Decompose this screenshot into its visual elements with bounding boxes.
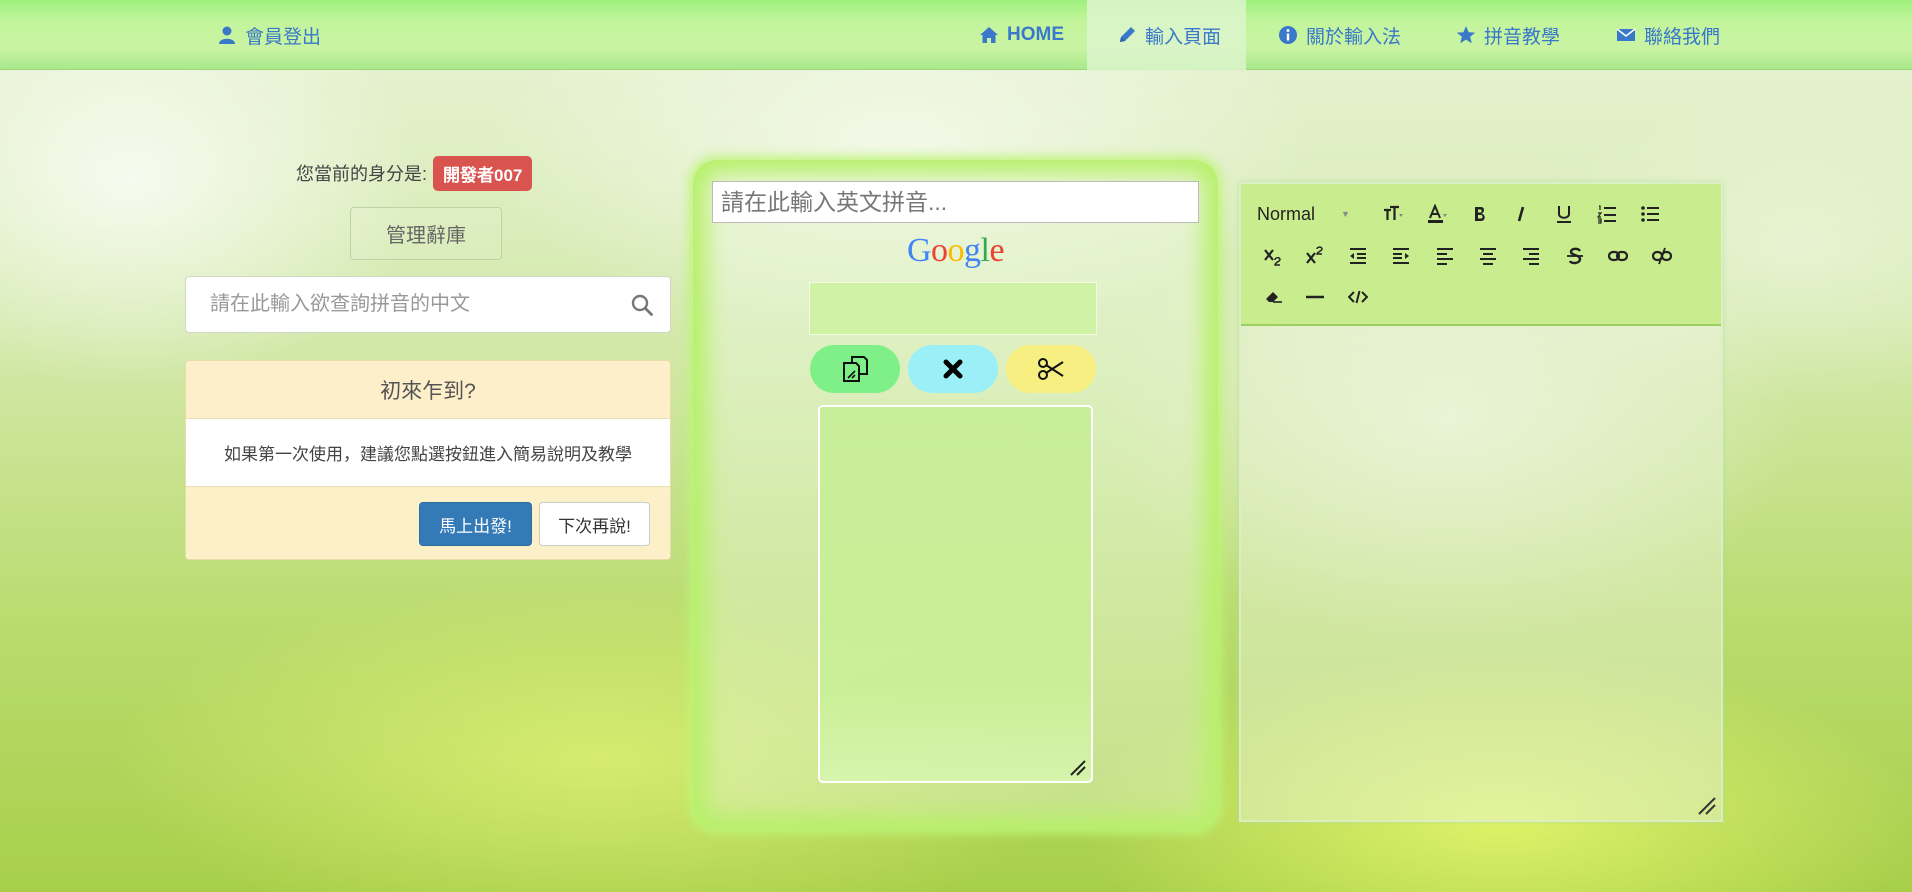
welcome-title: 初來乍到?	[186, 361, 670, 419]
nav-logout[interactable]: 會員登出	[217, 0, 321, 70]
ordered-list-icon	[1597, 205, 1616, 224]
align-left-icon	[1437, 248, 1453, 265]
horizontal-rule-button[interactable]	[1299, 281, 1331, 313]
font-color-icon	[1428, 204, 1447, 223]
nav-about[interactable]: 關於輸入法	[1278, 0, 1401, 70]
star-icon	[1456, 26, 1476, 44]
clear-button[interactable]	[908, 345, 998, 393]
nav-logout-label: 會員登出	[245, 26, 322, 48]
superscript-icon	[1306, 246, 1323, 264]
strikethrough-button[interactable]	[1559, 240, 1591, 272]
underline-button[interactable]	[1548, 198, 1580, 230]
top-navbar: 會員登出 HOME 輸入頁面 關於輸入法 拼音教學 聯絡我們	[0, 0, 1912, 70]
editor-toolbar: Normal ▼	[1241, 184, 1721, 326]
font-size-icon	[1384, 205, 1403, 220]
font-color-button[interactable]	[1421, 198, 1453, 230]
link-icon	[1608, 250, 1628, 262]
subscript-icon	[1264, 249, 1281, 266]
resize-grip-icon[interactable]	[1695, 794, 1717, 816]
chinese-search-input[interactable]	[186, 277, 606, 332]
align-right-button[interactable]	[1515, 240, 1547, 272]
nav-input-page-label: 輸入頁面	[1145, 26, 1222, 48]
info-circle-icon	[1279, 26, 1297, 44]
align-right-icon	[1523, 248, 1539, 265]
role-badge: 開發者007	[433, 155, 533, 191]
superscript-button[interactable]	[1299, 240, 1331, 272]
chinese-search-box	[185, 276, 671, 333]
strikethrough-icon	[1567, 247, 1583, 265]
bold-icon	[1475, 207, 1485, 221]
code-view-button[interactable]	[1342, 281, 1374, 313]
paragraph-style-value: Normal	[1257, 203, 1316, 224]
skip-tutorial-button[interactable]: 下次再說!	[539, 502, 650, 546]
envelope-icon	[1616, 28, 1636, 41]
italic-button[interactable]	[1505, 198, 1537, 230]
bold-button[interactable]	[1464, 198, 1496, 230]
eraser-icon	[1266, 292, 1282, 303]
identity-line: 您當前的身分是: 開發者007	[296, 155, 533, 191]
chevron-down-icon: ▼	[1341, 209, 1350, 219]
resize-grip-icon[interactable]	[1067, 757, 1087, 777]
ordered-list-button[interactable]	[1591, 198, 1623, 230]
align-left-button[interactable]	[1429, 240, 1461, 272]
nav-tutorial[interactable]: 拼音教學	[1456, 0, 1560, 70]
link-button[interactable]	[1602, 240, 1634, 272]
horizontal-rule-icon	[1306, 295, 1324, 299]
outdent-icon	[1350, 248, 1366, 264]
candidate-bar[interactable]	[809, 282, 1097, 335]
welcome-footer: 馬上出發! 下次再說!	[186, 487, 670, 559]
user-icon	[219, 26, 235, 44]
nav-input-page[interactable]: 輸入頁面	[1087, 0, 1246, 70]
pinyin-input[interactable]	[712, 181, 1199, 223]
pencil-icon	[1120, 27, 1135, 42]
home-icon	[980, 27, 998, 43]
code-view-icon	[1348, 290, 1368, 304]
unlink-icon	[1652, 247, 1672, 265]
scissors-icon	[1038, 358, 1064, 380]
editor-content-area[interactable]	[1241, 326, 1721, 820]
close-icon	[943, 359, 963, 379]
manage-dictionary-button[interactable]: 管理辭庫	[350, 207, 502, 260]
indent-button[interactable]	[1385, 240, 1417, 272]
italic-icon	[1517, 206, 1525, 222]
output-textarea[interactable]	[818, 405, 1093, 783]
start-tutorial-button[interactable]: 馬上出發!	[419, 502, 532, 546]
align-center-button[interactable]	[1472, 240, 1504, 272]
paragraph-style-select[interactable]: Normal ▼	[1257, 198, 1350, 230]
underline-icon	[1557, 206, 1571, 223]
nav-tutorial-label: 拼音教學	[1484, 26, 1561, 48]
welcome-panel: 初來乍到? 如果第一次使用，建議您點選按鈕進入簡易說明及教學 馬上出發! 下次再…	[185, 360, 671, 560]
nav-contact[interactable]: 聯絡我們	[1616, 0, 1720, 70]
google-logo: Google	[906, 232, 1005, 269]
nav-contact-label: 聯絡我們	[1644, 26, 1721, 48]
subscript-button[interactable]	[1257, 240, 1289, 272]
identity-prefix: 您當前的身分是:	[296, 164, 428, 184]
copy-button[interactable]	[810, 345, 900, 393]
welcome-body: 如果第一次使用，建議您點選按鈕進入簡易說明及教學	[186, 419, 670, 487]
font-size-button[interactable]	[1377, 198, 1409, 230]
outdent-button[interactable]	[1342, 240, 1374, 272]
align-center-icon	[1480, 248, 1496, 265]
nav-home[interactable]: HOME	[979, 0, 1064, 70]
indent-icon	[1393, 248, 1409, 264]
unordered-list-icon	[1641, 206, 1659, 222]
nav-home-label: HOME	[1007, 24, 1064, 45]
nav-about-label: 關於輸入法	[1306, 26, 1402, 48]
search-icon[interactable]	[630, 293, 654, 317]
cut-button[interactable]	[1006, 345, 1096, 393]
pinyin-input-panel: Google	[693, 160, 1218, 830]
unordered-list-button[interactable]	[1634, 198, 1666, 230]
eraser-button[interactable]	[1257, 281, 1289, 313]
unlink-button[interactable]	[1646, 240, 1678, 272]
rich-text-editor: Normal ▼	[1239, 182, 1723, 822]
copy-icon	[843, 356, 868, 382]
